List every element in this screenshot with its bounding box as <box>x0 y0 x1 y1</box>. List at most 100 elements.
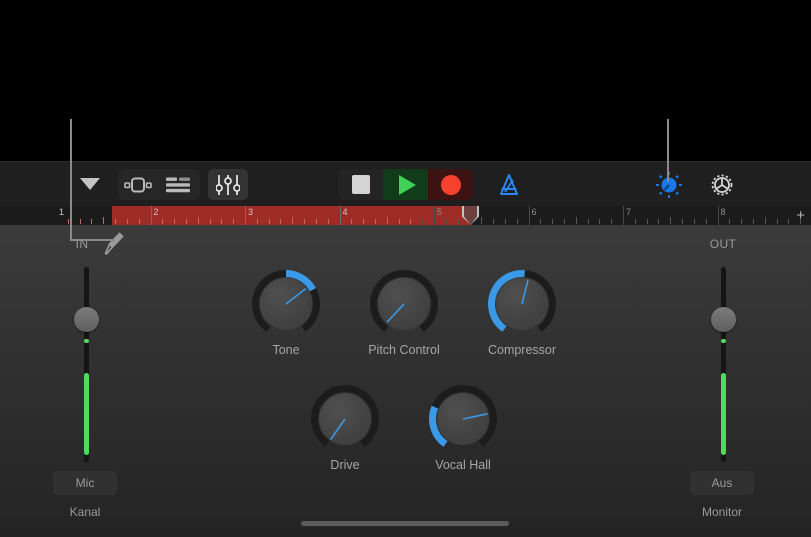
knob-dial[interactable] <box>428 384 498 454</box>
input-meter-tick <box>84 339 89 343</box>
settings-button[interactable] <box>702 169 742 200</box>
mixer-button[interactable] <box>208 169 248 200</box>
knob-compressor[interactable]: Compressor <box>487 269 557 357</box>
faders-icon[interactable] <box>208 169 248 200</box>
beat-tick <box>788 219 790 224</box>
knob-dial[interactable] <box>369 269 439 339</box>
monitor-toggle-button[interactable]: Aus <box>690 471 754 495</box>
view-switch-group <box>118 169 200 200</box>
knob-pointer <box>386 303 405 323</box>
knob-vocal-hall[interactable]: Vocal Hall <box>428 384 498 472</box>
knob-tone[interactable]: Tone <box>251 269 321 357</box>
bar-divider <box>717 206 719 225</box>
metronome-button[interactable] <box>489 169 529 200</box>
knob-pointer <box>330 418 346 440</box>
beat-tick <box>256 219 258 224</box>
input-source-button[interactable]: Mic <box>53 471 117 495</box>
list-view-button[interactable] <box>158 169 198 200</box>
knob-pitch-control[interactable]: Pitch Control <box>368 269 440 357</box>
play-triangle-icon <box>399 174 416 195</box>
knob-dial[interactable] <box>310 384 380 454</box>
bar-label: 3 <box>248 207 254 217</box>
beat-tick <box>351 219 353 224</box>
beat-tick <box>634 219 636 224</box>
faders-icon-svg <box>216 174 240 195</box>
tracks-view-button[interactable] <box>118 169 158 200</box>
play-button[interactable] <box>383 169 428 200</box>
bar-label: 7 <box>626 207 632 217</box>
beat-tick <box>445 219 447 224</box>
output-level-meter <box>721 373 726 455</box>
timeline-ruler[interactable]: 1 2 3 4 5 6 7 8 + <box>0 206 811 225</box>
track-cell-icon <box>124 177 152 192</box>
beat-tick <box>729 219 731 224</box>
callout-line-left-horizontal <box>70 239 115 241</box>
beat-tick <box>410 219 412 224</box>
bar-label: 6 <box>531 207 537 217</box>
beat-tick <box>315 219 317 224</box>
bar-label: 4 <box>342 207 348 217</box>
input-strip-sublabel: Kanal <box>69 505 101 519</box>
beat-tick <box>540 219 542 224</box>
beat-tick <box>611 219 613 224</box>
stop-button[interactable] <box>338 169 383 200</box>
disclosure-triangle-button[interactable] <box>70 169 110 200</box>
beat-tick <box>481 217 483 224</box>
record-circle-icon <box>440 174 461 195</box>
beat-tick <box>91 219 93 224</box>
knob-value-arc <box>429 405 448 447</box>
cycle-region[interactable] <box>112 206 470 225</box>
beat-tick <box>575 217 577 224</box>
beat-tick <box>185 219 187 224</box>
record-button[interactable] <box>428 169 473 200</box>
beat-tick <box>693 219 695 224</box>
knob-track-arc <box>311 385 379 447</box>
beat-tick <box>221 219 223 224</box>
beat-tick <box>79 219 81 224</box>
knob-pointer <box>521 279 529 305</box>
beat-tick <box>138 219 140 224</box>
bar-divider <box>623 206 624 225</box>
bar-divider <box>339 206 341 225</box>
tuner-knob-icon[interactable] <box>649 169 689 200</box>
beat-tick <box>103 217 105 224</box>
beat-tick <box>327 219 329 224</box>
beat-tick <box>374 219 376 224</box>
tuner-button[interactable] <box>649 169 689 200</box>
beat-tick <box>552 219 554 224</box>
metronome-icon[interactable] <box>489 169 529 200</box>
chevron-down-icon[interactable] <box>70 169 110 200</box>
beat-tick <box>516 219 518 224</box>
beat-tick <box>705 219 707 224</box>
beat-tick <box>764 217 766 224</box>
beat-tick <box>174 219 176 224</box>
gear-icon[interactable] <box>702 169 742 200</box>
beat-tick <box>126 219 128 224</box>
knob-label: Vocal Hall <box>435 458 491 472</box>
beat-tick <box>504 219 506 224</box>
transport-controls <box>338 169 473 200</box>
beat-tick <box>563 219 565 224</box>
output-channel-strip: OUT Aus Monitor <box>690 225 754 537</box>
knob-label: Tone <box>272 343 300 357</box>
beat-tick <box>646 219 648 224</box>
beat-tick <box>741 219 743 224</box>
ruler-track[interactable]: 1 2 3 4 5 6 7 8 <box>56 206 811 225</box>
mixer-body: IN Mic Kanal OUT Aus Monitor Tone Pitch … <box>0 225 811 537</box>
knob-drive[interactable]: Drive <box>310 384 380 472</box>
knob-dial[interactable] <box>251 269 321 339</box>
knob-label: Pitch Control <box>368 343 440 357</box>
beat-tick <box>682 219 684 224</box>
knob-track-arc <box>370 270 438 332</box>
beat-tick <box>233 219 235 224</box>
gear-icon-svg <box>711 174 733 195</box>
bar-label: 8 <box>720 207 726 217</box>
output-fader-handle[interactable] <box>711 307 736 332</box>
knob-value-arc <box>488 270 525 332</box>
knob-dial[interactable] <box>487 269 557 339</box>
bar-divider <box>434 206 435 225</box>
add-section-button[interactable]: + <box>796 208 805 223</box>
input-fader-handle[interactable] <box>74 307 99 332</box>
bar-divider <box>150 206 152 225</box>
beat-tick <box>599 219 601 224</box>
